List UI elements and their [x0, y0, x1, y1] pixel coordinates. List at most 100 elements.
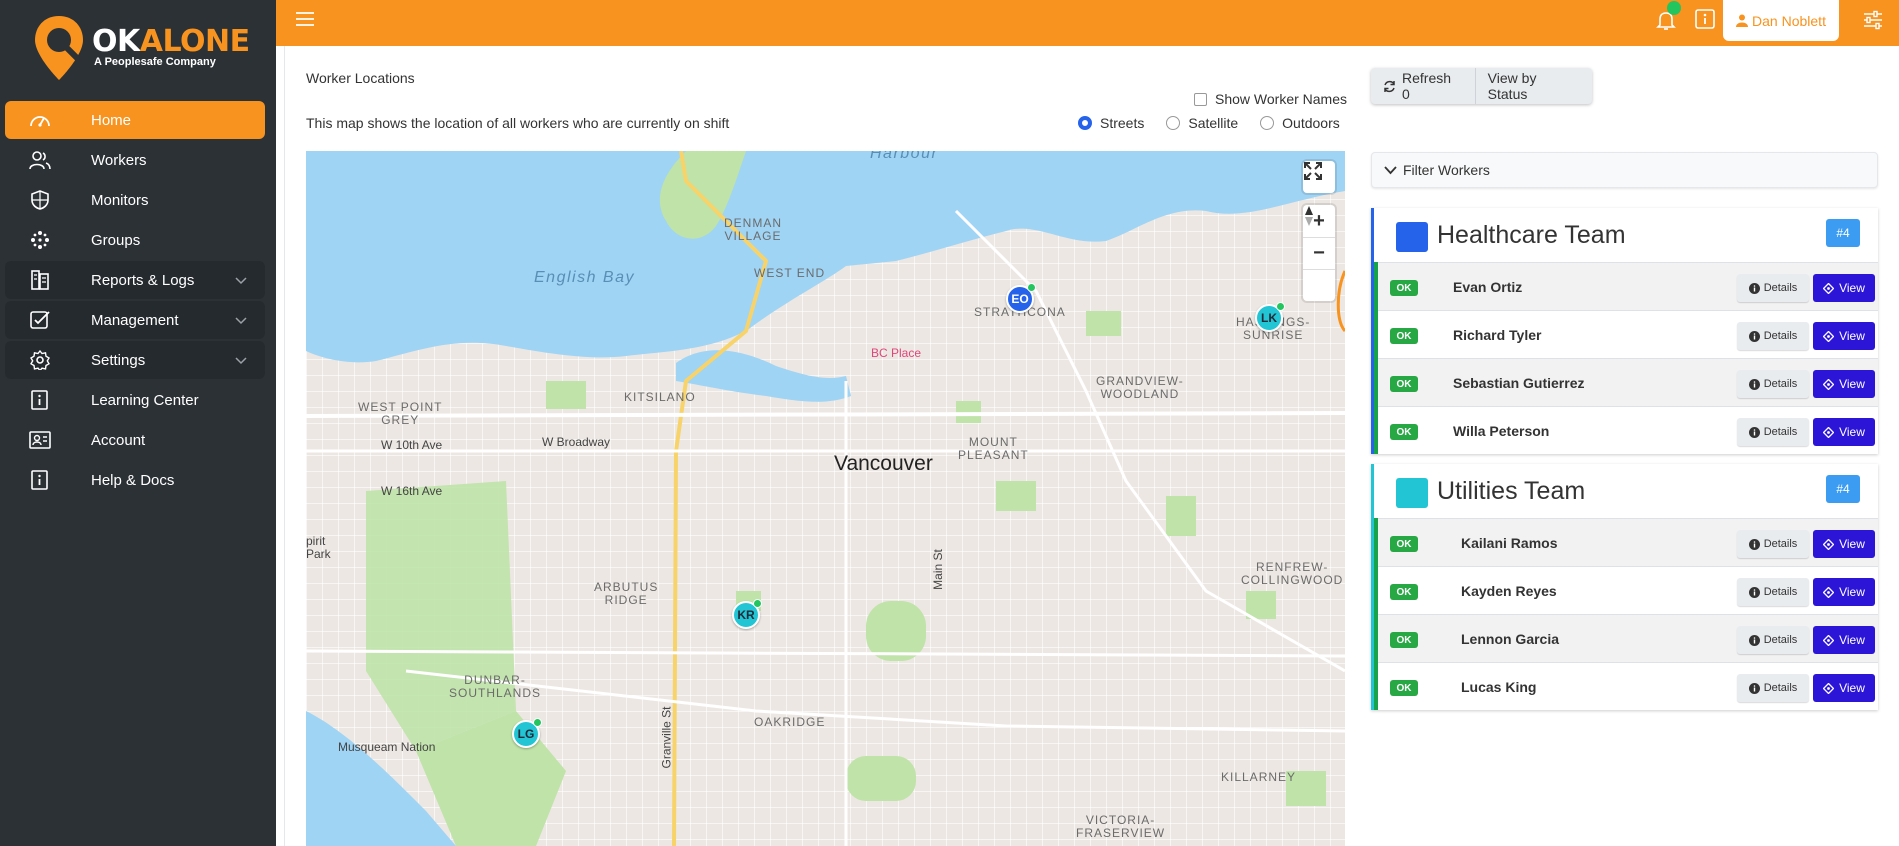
details-button[interactable]: Details — [1737, 626, 1809, 654]
view-button[interactable]: View — [1813, 418, 1875, 446]
show-worker-names-checkbox[interactable] — [1194, 92, 1207, 106]
info-circle-icon — [1748, 682, 1760, 694]
sidebar-item-label: Reports & Logs — [91, 272, 195, 289]
map-label-kitsilano: KITSILANO — [624, 390, 696, 404]
worker-name: Lucas King — [1461, 679, 1537, 695]
map-label-bc-place: BC Place — [871, 346, 922, 360]
details-button[interactable]: Details — [1737, 530, 1809, 558]
status-badge: OK — [1390, 328, 1418, 344]
map-style-satellite[interactable]: Satellite — [1166, 115, 1238, 131]
worker-name: Richard Tyler — [1453, 327, 1542, 343]
map-style-selector: Streets Satellite Outdoors — [1078, 115, 1340, 131]
map-label-denman-village: DENMAN VILLAGE — [724, 216, 783, 243]
show-worker-names-label: Show Worker Names — [1215, 91, 1348, 107]
map-label-victoria-fraserview: VICTORIA- FRASERVIEW — [1076, 813, 1166, 840]
team-worker-list: OK Evan Ortiz Details View OK Richard Ty… — [1374, 262, 1878, 454]
fullscreen-button[interactable] — [1303, 161, 1335, 193]
map-label-dunbar: DUNBAR- SOUTHLANDS — [449, 673, 542, 700]
panel-title: Worker Locations — [306, 70, 415, 86]
details-button[interactable]: Details — [1737, 370, 1809, 398]
map-label-harbour: Harbour — [870, 151, 939, 162]
sidebar-item-reports-logs[interactable]: Reports & Logs — [5, 261, 265, 299]
sidebar-item-settings[interactable]: Settings — [5, 341, 265, 379]
worker-marker-eo[interactable]: EO — [1006, 283, 1036, 313]
online-dot — [533, 718, 542, 727]
map-style-streets[interactable]: Streets — [1078, 115, 1144, 131]
sidebar-item-learning-center[interactable]: Learning Center — [5, 381, 265, 419]
brand-logo[interactable]: OKALONE A Peoplesafe Company — [30, 14, 250, 84]
filter-workers-label: Filter Workers — [1403, 162, 1490, 178]
hamburger-icon[interactable] — [294, 9, 316, 29]
worker-map[interactable]: Harbour English Bay DENMAN VILLAGE WEST … — [306, 151, 1345, 846]
view-button[interactable]: View — [1813, 626, 1875, 654]
sidebar-item-label: Settings — [91, 352, 146, 369]
radio-satellite[interactable] — [1166, 116, 1181, 130]
zoom-out-button[interactable]: − — [1303, 237, 1335, 269]
show-worker-names-toggle[interactable]: Show Worker Names — [1194, 91, 1347, 107]
view-button[interactable]: View — [1813, 674, 1875, 702]
map-label-main-st: Main St — [930, 549, 945, 590]
map-label-west-end: WEST END — [754, 266, 826, 280]
map-style-outdoors[interactable]: Outdoors — [1260, 115, 1340, 131]
team-count-badge: #4 — [1826, 475, 1860, 503]
sidebar-item-label: Help & Docs — [91, 472, 175, 489]
map-label-spirit-park: pirit Park — [306, 534, 331, 561]
info-icon[interactable] — [1694, 8, 1716, 30]
locate-icon — [1823, 378, 1835, 390]
worker-marker-lg[interactable]: LG — [512, 718, 542, 748]
sidebar-item-monitors[interactable]: Monitors — [5, 181, 265, 219]
fullscreen-control — [1303, 161, 1335, 193]
details-button[interactable]: Details — [1737, 418, 1809, 446]
map-label-vancouver: Vancouver — [834, 452, 933, 475]
chevron-down-icon — [235, 357, 247, 365]
team-color-swatch — [1396, 222, 1428, 252]
view-by-status-button[interactable]: View by Status — [1474, 68, 1592, 104]
view-button[interactable]: View — [1813, 274, 1875, 302]
top-bar: Dan Noblett — [276, 0, 1899, 46]
team-name: Utilities Team — [1437, 477, 1586, 505]
info-circle-icon — [1748, 282, 1760, 294]
sidebar-item-workers[interactable]: Workers — [5, 141, 265, 179]
sidebar-item-account[interactable]: Account — [5, 421, 265, 459]
sidebar-item-management[interactable]: Management — [5, 301, 265, 339]
sidebar-item-groups[interactable]: Groups — [5, 221, 265, 259]
user-menu-button[interactable]: Dan Noblett — [1723, 0, 1839, 41]
map-toolbar: Refresh 0 View by Status — [1371, 68, 1592, 104]
details-button[interactable]: Details — [1737, 578, 1809, 606]
locate-icon — [1823, 586, 1835, 598]
radio-outdoors[interactable] — [1260, 116, 1275, 130]
radio-streets[interactable] — [1078, 116, 1092, 130]
worker-marker-kr[interactable]: KR — [732, 599, 762, 629]
sidebar-item-help-docs[interactable]: Help & Docs — [5, 461, 265, 499]
sliders-icon[interactable] — [1862, 10, 1884, 30]
radio-label: Satellite — [1188, 115, 1239, 131]
view-button[interactable]: View — [1813, 322, 1875, 350]
brand-tagline: A Peoplesafe Company — [94, 56, 216, 68]
team-color-swatch — [1396, 478, 1428, 508]
details-button[interactable]: Details — [1737, 274, 1809, 302]
view-button[interactable]: View — [1813, 530, 1875, 558]
refresh-label: Refresh 0 — [1402, 70, 1452, 102]
refresh-button[interactable]: Refresh 0 — [1371, 68, 1475, 104]
status-badge: OK — [1390, 376, 1418, 392]
worker-marker-lk[interactable]: LK — [1255, 302, 1285, 332]
details-button[interactable]: Details — [1737, 322, 1809, 350]
view-button[interactable]: View — [1813, 370, 1875, 398]
sidebar-item-home[interactable]: Home — [5, 101, 265, 139]
view-button[interactable]: View — [1813, 578, 1875, 606]
sidebar: OKALONE A Peoplesafe Company Home Worker… — [0, 0, 276, 846]
compass-button[interactable] — [1303, 206, 1335, 301]
filter-workers-toggle[interactable]: Filter Workers — [1371, 152, 1878, 188]
location-pin-logo-icon — [35, 16, 83, 80]
worker-row: OK Kayden Reyes Details View — [1378, 566, 1878, 614]
chevron-down-icon — [235, 317, 247, 325]
locate-icon — [1823, 538, 1835, 550]
user-name: Dan Noblett — [1752, 12, 1826, 29]
online-dot — [753, 599, 762, 608]
team-header: Healthcare Team #4 — [1374, 208, 1878, 262]
team-count-badge: #4 — [1826, 219, 1860, 247]
map-label-oakridge: OAKRIDGE — [754, 715, 826, 729]
map-label-killarney: KILLARNEY — [1221, 770, 1297, 784]
details-button[interactable]: Details — [1737, 674, 1809, 702]
user-icon — [1736, 14, 1749, 27]
